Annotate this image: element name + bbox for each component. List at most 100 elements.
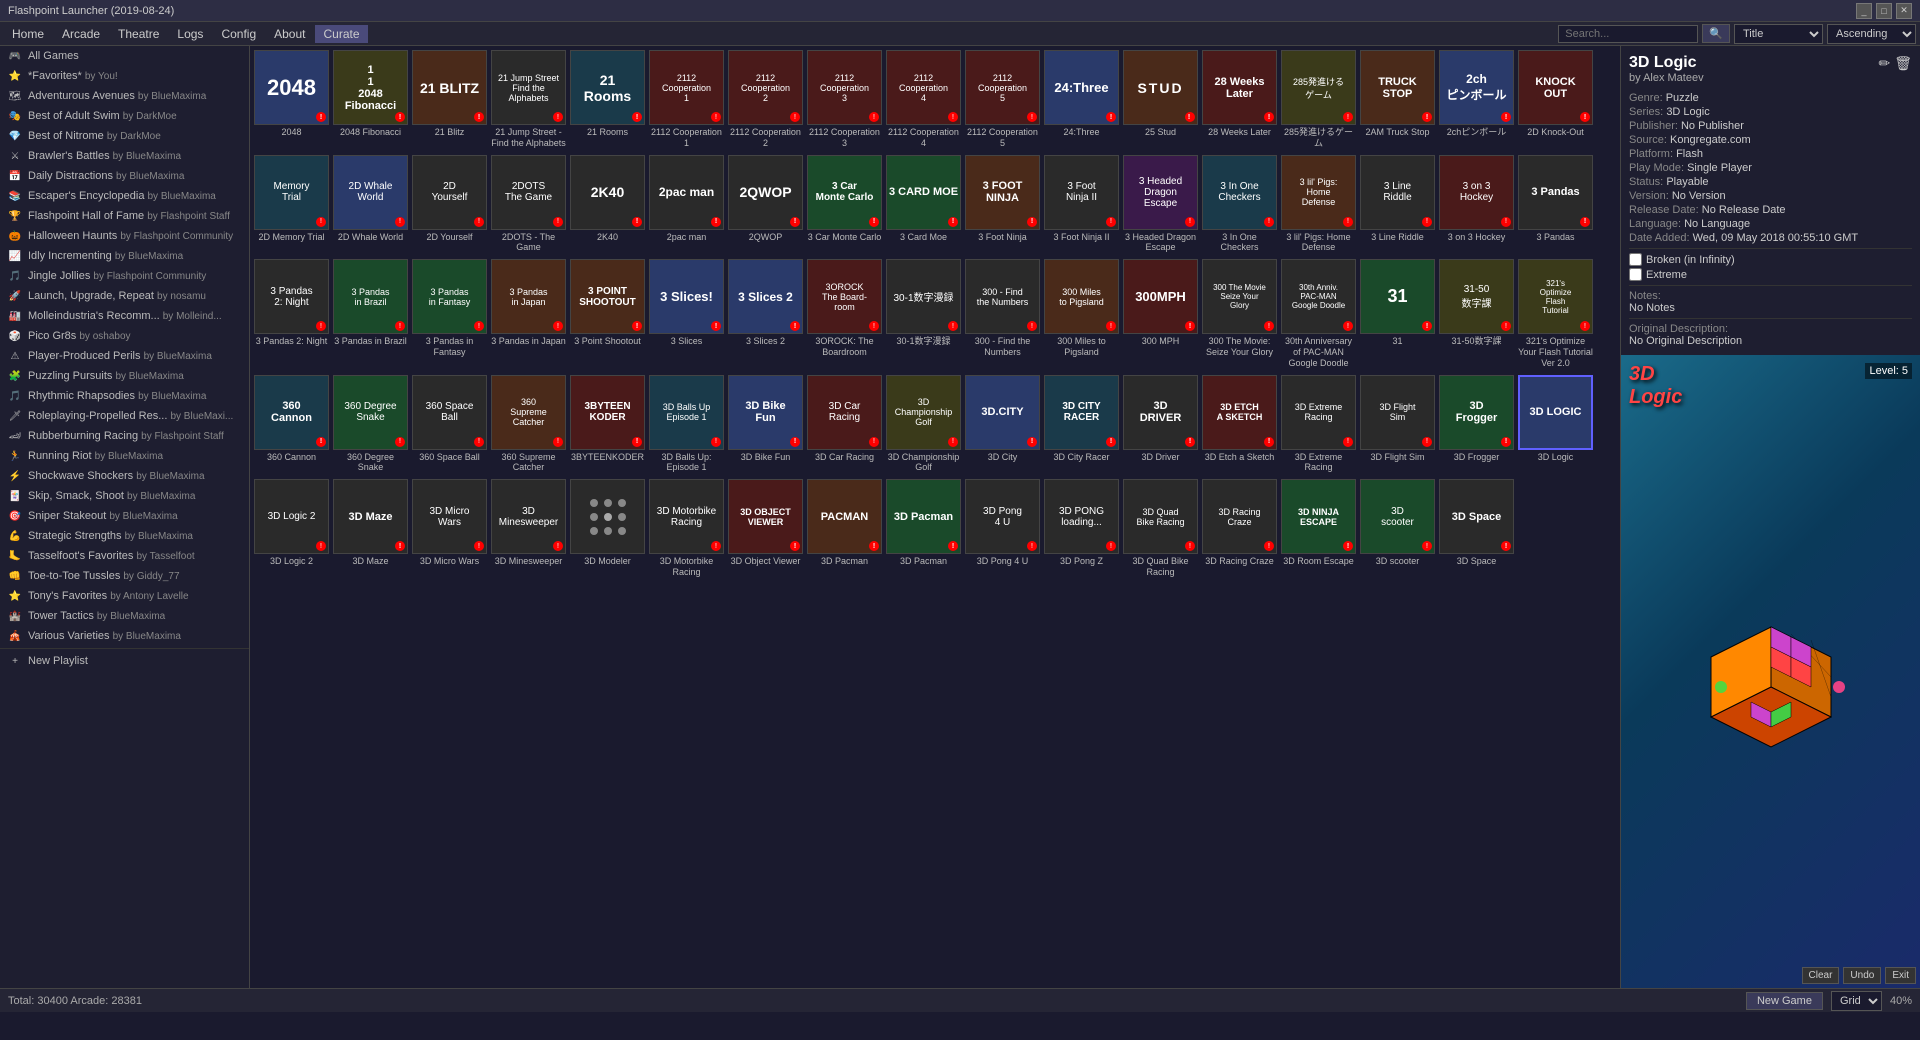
game-tile[interactable]: 24:Three! 24:Three [1044, 50, 1119, 151]
game-tile[interactable]: 30th Anniv.PAC-MANGoogle Doodle! 30th An… [1281, 259, 1356, 370]
sidebar-item-favorites[interactable]: ⭐ *Favorites* by You! [0, 66, 249, 86]
sidebar-item-pico[interactable]: 🎲 Pico Gr8s by oshaboy [0, 326, 249, 346]
game-tile[interactable]: 31-50数字課! 31-50数字課 [1439, 259, 1514, 370]
game-tile[interactable]: 3 Slices!! 3 Slices [649, 259, 724, 370]
game-tile[interactable]: KNOCKOUT! 2D Knock-Out [1518, 50, 1593, 151]
menu-config[interactable]: Config [213, 25, 264, 43]
sidebar-item-tower[interactable]: 🏰 Tower Tactics by BlueMaxima [0, 606, 249, 626]
game-tile[interactable]: 3DMinesweeper! 3D Minesweeper [491, 479, 566, 580]
game-tile[interactable]: STUD! 25 Stud [1123, 50, 1198, 151]
sidebar-item-new-playlist[interactable]: + New Playlist [0, 651, 249, 671]
game-tile[interactable]: 3D ExtremeRacing! 3D Extreme Racing [1281, 375, 1356, 476]
game-tile[interactable]: 3D RacingCraze! 3D Racing Craze [1202, 479, 1277, 580]
game-tile[interactable]: 3D Modeler [570, 479, 645, 580]
sidebar-item-adventurous[interactable]: 🗺 Adventurous Avenues by BlueMaxima [0, 86, 249, 106]
menu-arcade[interactable]: Arcade [54, 25, 108, 43]
sidebar-item-launch[interactable]: 🚀 Launch, Upgrade, Repeat by nosamu [0, 286, 249, 306]
sidebar-item-daily[interactable]: 📅 Daily Distractions by BlueMaxima [0, 166, 249, 186]
sidebar-item-toe[interactable]: 👊 Toe-to-Toe Tussles by Giddy_77 [0, 566, 249, 586]
sidebar-item-nitrome[interactable]: 💎 Best of Nitrome by DarkMoe [0, 126, 249, 146]
sidebar-item-escaper[interactable]: 📚 Escaper's Encyclopedia by BlueMaxima [0, 186, 249, 206]
game-tile[interactable]: 3DChampionshipGolf! 3D Championship Golf [886, 375, 961, 476]
game-tile[interactable]: 3 In OneCheckers! 3 In One Checkers [1202, 155, 1277, 256]
game-tile[interactable]: 360 SpaceBall! 360 Space Ball [412, 375, 487, 476]
game-tile[interactable]: 2DOTSThe Game! 2DOTS - The Game [491, 155, 566, 256]
game-tile[interactable]: 3D Pacman! 3D Pacman [886, 479, 961, 580]
game-tile[interactable]: 31! 31 [1360, 259, 1435, 370]
game-tile[interactable]: 360SupremeCatcher! 360 Supreme Catcher [491, 375, 566, 476]
game-tile[interactable]: 21Rooms! 21 Rooms [570, 50, 645, 151]
game-tile[interactable]: TRUCKSTOP! 2AM Truck Stop [1360, 50, 1435, 151]
game-tile[interactable]: MemoryTrial! 2D Memory Trial [254, 155, 329, 256]
game-tile[interactable]: 3D CarRacing! 3D Car Racing [807, 375, 882, 476]
sidebar-item-rhythmic[interactable]: 🎵 Rhythmic Rhapsodies by BlueMaxima [0, 386, 249, 406]
game-tile[interactable]: 2QWOP! 2QWOP [728, 155, 803, 256]
game-tile[interactable]: 30-1数字漫録! 30-1数字漫録 [886, 259, 961, 370]
game-tile[interactable]: 3 LineRiddle! 3 Line Riddle [1360, 155, 1435, 256]
game-tile[interactable]: 3D PONGloading...! 3D Pong Z [1044, 479, 1119, 580]
sidebar-item-jingle[interactable]: 🎵 Jingle Jollies by Flashpoint Community [0, 266, 249, 286]
game-tile[interactable]: 3D QuadBike Racing! 3D Quad Bike Racing [1123, 479, 1198, 580]
game-tile[interactable]: 2112Cooperation1! 2112 Cooperation 1 [649, 50, 724, 151]
sidebar-item-running[interactable]: 🏃 Running Riot by BlueMaxima [0, 446, 249, 466]
game-tile[interactable]: 3 Pandasin Fantasy! 3 Pandas in Fantasy [412, 259, 487, 370]
sidebar-item-adult-swim[interactable]: 🎭 Best of Adult Swim by DarkMoe [0, 106, 249, 126]
menu-logs[interactable]: Logs [169, 25, 211, 43]
sidebar-item-roleplaying[interactable]: 🗡 Roleplaying-Propelled Res... by BlueMa… [0, 406, 249, 426]
game-tile[interactable]: 112048Fibonacci! 2048 Fibonacci [333, 50, 408, 151]
game-tile[interactable]: 2112Cooperation5! 2112 Cooperation 5 [965, 50, 1040, 151]
game-tile[interactable]: 3BYTEENKODER! 3BYTEENKODER [570, 375, 645, 476]
game-tile[interactable]: 2112Cooperation4! 2112 Cooperation 4 [886, 50, 961, 151]
game-tile-selected[interactable]: 3D LOGIC 3D Logic [1518, 375, 1593, 476]
extreme-checkbox[interactable] [1629, 268, 1642, 281]
game-tile[interactable]: 2112Cooperation3! 2112 Cooperation 3 [807, 50, 882, 151]
sidebar-item-halloween[interactable]: 🎃 Halloween Haunts by Flashpoint Communi… [0, 226, 249, 246]
game-tile[interactable]: 2D WhaleWorld! 2D Whale World [333, 155, 408, 256]
sidebar-item-various[interactable]: 🎪 Various Varieties by BlueMaxima [0, 626, 249, 646]
sidebar-item-sniper[interactable]: 🎯 Sniper Stakeout by BlueMaxima [0, 506, 249, 526]
sidebar-item-rubberburning[interactable]: 🏎 Rubberburning Racing by Flashpoint Sta… [0, 426, 249, 446]
game-tile[interactable]: 3OROCKThe Board-room! 3OROCK: The Boardr… [807, 259, 882, 370]
order-select[interactable]: Ascending Descending [1827, 24, 1916, 44]
sidebar-item-tony[interactable]: ⭐ Tony's Favorites by Antony Lavelle [0, 586, 249, 606]
game-tile[interactable]: 3 on 3Hockey! 3 on 3 Hockey [1439, 155, 1514, 256]
game-tile[interactable]: 3D CITYRACER! 3D City Racer [1044, 375, 1119, 476]
delete-button[interactable]: 🗑 [1894, 55, 1912, 72]
game-tile[interactable]: 3 FootNinja II! 3 Foot Ninja II [1044, 155, 1119, 256]
game-tile[interactable]: 3D ETCHA SKETCH! 3D Etch a Sketch [1202, 375, 1277, 476]
game-tile[interactable]: 321'sOptimizeFlashTutorial! 321's Optimi… [1518, 259, 1593, 370]
game-tile[interactable]: 3 CARD MOE! 3 Card Moe [886, 155, 961, 256]
game-tile[interactable]: 3D Balls UpEpisode 1! 3D Balls Up: Episo… [649, 375, 724, 476]
menu-about[interactable]: About [266, 25, 313, 43]
game-tile[interactable]: 3 POINTSHOOTOUT! 3 Point Shootout [570, 259, 645, 370]
menu-home[interactable]: Home [4, 25, 52, 43]
game-tile[interactable]: 3D MotorbikeRacing! 3D Motorbike Racing [649, 479, 724, 580]
game-tile[interactable]: 3D BikeFun! 3D Bike Fun [728, 375, 803, 476]
game-tile[interactable]: 3Dscooter! 3D scooter [1360, 479, 1435, 580]
game-tile[interactable]: 300 The MovieSeize YourGlory! 300 The Mo… [1202, 259, 1277, 370]
game-tile[interactable]: 21 Jump StreetFind theAlphabets! 21 Jump… [491, 50, 566, 151]
game-tile[interactable]: PACMAN! 3D Pacman [807, 479, 882, 580]
game-tile[interactable]: 3 Pandasin Japan! 3 Pandas in Japan [491, 259, 566, 370]
search-input[interactable] [1558, 25, 1698, 43]
game-tile[interactable]: 360Cannon! 360 Cannon [254, 375, 329, 476]
game-tile[interactable]: 300 Milesto Pigsland! 300 Miles to Pigsl… [1044, 259, 1119, 370]
broken-checkbox[interactable] [1629, 253, 1642, 266]
game-tile[interactable]: 3DDRIVER! 3D Driver [1123, 375, 1198, 476]
game-tile[interactable]: 3 FOOTNINJA! 3 Foot Ninja [965, 155, 1040, 256]
game-tile[interactable]: 2112Cooperation2! 2112 Cooperation 2 [728, 50, 803, 151]
game-tile[interactable]: 300 - Findthe Numbers! 300 - Find the Nu… [965, 259, 1040, 370]
game-tile[interactable]: 3 Pandas! 3 Pandas [1518, 155, 1593, 256]
game-tile[interactable]: 3 lil' Pigs:HomeDefense! 3 lil' Pigs: Ho… [1281, 155, 1356, 256]
game-tile[interactable]: 3D Logic 2! 3D Logic 2 [254, 479, 329, 580]
preview-clear-button[interactable]: Clear [1802, 967, 1840, 984]
sidebar-item-idly[interactable]: 📈 Idly Incrementing by BlueMaxima [0, 246, 249, 266]
game-tile[interactable]: 285発進けるゲーム! 285発進けるゲーム [1281, 50, 1356, 151]
game-tile[interactable]: 300MPH! 300 MPH [1123, 259, 1198, 370]
game-tile[interactable]: 3 Slices 2! 3 Slices 2 [728, 259, 803, 370]
minimize-button[interactable]: _ [1856, 3, 1872, 19]
preview-exit-button[interactable]: Exit [1885, 967, 1916, 984]
game-tile[interactable]: 360 DegreeSnake! 360 Degree Snake [333, 375, 408, 476]
sort-by-select[interactable]: Title Date Added Genre [1734, 24, 1823, 44]
game-tile[interactable]: 21 BLITZ! 21 Blitz [412, 50, 487, 151]
